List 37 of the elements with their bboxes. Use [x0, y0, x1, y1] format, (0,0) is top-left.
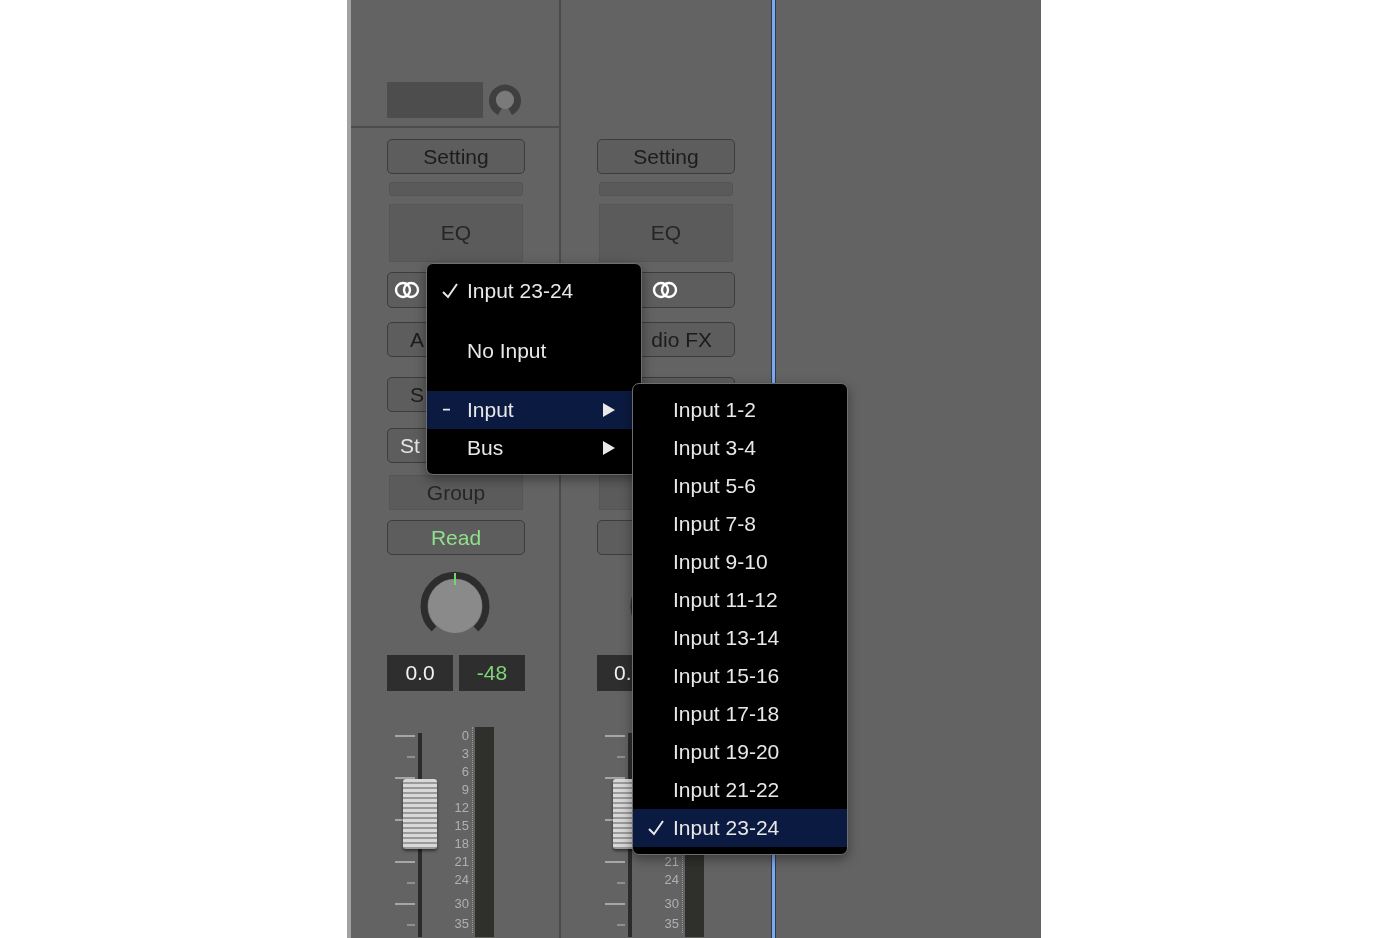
- volume-readout[interactable]: 0.0: [387, 655, 453, 691]
- stereo-icon[interactable]: [652, 281, 678, 299]
- meter-scale-label: 15: [454, 817, 469, 835]
- checkmark-icon: [441, 283, 459, 299]
- fader-handle[interactable]: [403, 779, 437, 849]
- menu-item[interactable]: Input 7-8: [633, 505, 847, 543]
- dash-icon: [441, 408, 451, 412]
- peak-readout: -48: [459, 655, 525, 691]
- checkmark-icon: [647, 820, 665, 836]
- meter-scale-label: 18: [454, 835, 469, 853]
- menu-item[interactable]: Input 9-10: [633, 543, 847, 581]
- ring-icon[interactable]: [487, 82, 523, 118]
- menu-item[interactable]: Input 17-18: [633, 695, 847, 733]
- meter-scale-label: 30: [454, 895, 469, 913]
- menu-item[interactable]: Input 23-24: [427, 261, 641, 321]
- meter-scale-label: 35: [454, 915, 469, 933]
- meter-scale-label: 21: [454, 853, 469, 871]
- meter-scale-label: 24: [454, 871, 469, 889]
- menu-item[interactable]: Input 11-12: [633, 581, 847, 619]
- automation-button[interactable]: Read: [387, 520, 525, 555]
- meter-scale-label: 21: [664, 853, 679, 871]
- meter-scale-label: 9: [461, 781, 469, 799]
- stereo-icon[interactable]: [394, 281, 420, 299]
- meter-scale-label: 6: [461, 763, 469, 781]
- meter-scale-label: 3: [461, 745, 469, 763]
- menu-item[interactable]: Input 21-22: [633, 771, 847, 809]
- meter-scale-label: 0: [461, 727, 469, 745]
- submenu-arrow-icon: [603, 403, 615, 417]
- submenu-arrow-icon: [603, 441, 615, 455]
- menu-item[interactable]: Input 23-24: [633, 809, 847, 847]
- meter-scale-label: 30: [664, 895, 679, 913]
- menu-item[interactable]: Input 19-20: [633, 733, 847, 771]
- menu-item[interactable]: Input 13-14: [633, 619, 847, 657]
- meter-scale-label: 24: [664, 871, 679, 889]
- menu-item[interactable]: Input 5-6: [633, 467, 847, 505]
- meter-scale-label: 35: [664, 915, 679, 933]
- meter-scale-label: 12: [454, 799, 469, 817]
